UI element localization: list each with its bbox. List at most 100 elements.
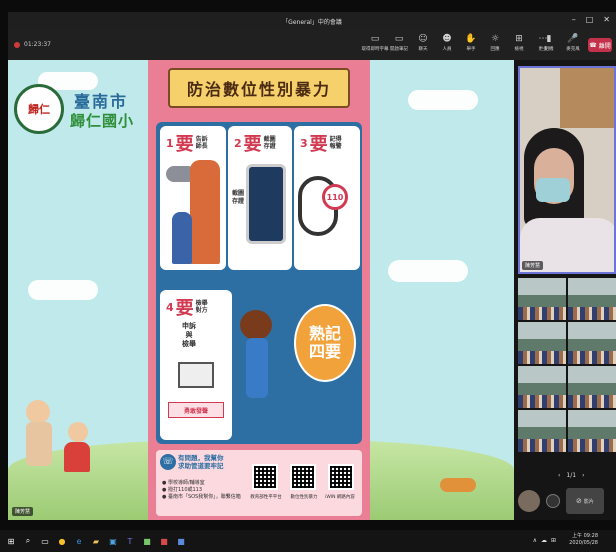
edge-icon[interactable]: e	[74, 536, 84, 546]
leave-button[interactable]: ☎ 離開	[588, 38, 612, 52]
participant-tile[interactable]	[518, 410, 566, 452]
participant-tile[interactable]	[568, 366, 616, 408]
view-button[interactable]: ⊞ 檢視	[508, 33, 530, 57]
city-name: 臺南市	[74, 92, 129, 111]
meeting-notes-button[interactable]: ▭ 開啟筆記	[388, 33, 410, 57]
cloud-icon[interactable]: ☁	[541, 537, 547, 544]
speaker-name-tag: 陳芳慧	[522, 261, 544, 270]
speak-up-label: 勇敢發聲	[168, 402, 224, 418]
people-icon: ☻	[442, 34, 452, 44]
recording-timer: 01:23:37	[14, 41, 51, 48]
next-page-button[interactable]: ›	[582, 472, 584, 479]
face-mask	[536, 178, 570, 202]
folder-icon[interactable]: ▰	[91, 536, 101, 546]
poster-title: 防治數位性別暴力	[168, 68, 350, 108]
toolbar-group-media: ▮ 相機 🎤 麥克風	[538, 33, 584, 57]
tip-card-3: 3 要記得 報警 110	[294, 126, 360, 270]
envelope-icon	[178, 362, 214, 388]
school-name: 歸仁國小	[70, 112, 135, 130]
child-illustration	[172, 212, 192, 264]
participant-tile[interactable]	[518, 322, 566, 364]
girl-illustration	[246, 338, 268, 398]
qr-code[interactable]	[252, 464, 278, 490]
task-view-icon[interactable]: ▭	[40, 536, 50, 546]
cloud	[408, 90, 478, 110]
toolbar-group-notes: ▭ 取得即時字幕 ▭ 開啟筆記	[362, 33, 410, 57]
camera-icon: ▮	[546, 34, 552, 44]
participant-thumbnails	[518, 278, 616, 452]
teams-icon[interactable]: T	[125, 536, 135, 546]
remember-bubble: 熟記 四要	[294, 304, 356, 382]
participant-tile[interactable]	[568, 410, 616, 452]
help-bullets: ● 學校導師/輔導室 ● 撥打110或113 ● 臺南市「SOS我幫你」，聯繫信…	[162, 480, 241, 500]
notes-icon: ▭	[394, 34, 404, 44]
people-button[interactable]: ☻ 人員	[436, 33, 458, 57]
participant-tile[interactable]	[568, 278, 616, 320]
participants-panel: 陳芳慧 ‹ 1/1 › ⊘ 影片	[514, 60, 616, 520]
emergency-number: 110	[322, 184, 348, 210]
app-icon[interactable]: ■	[142, 536, 152, 546]
network-icon[interactable]: ⊞	[551, 537, 556, 544]
tray-expand-icon[interactable]: ∧	[533, 537, 537, 544]
girl-illustration	[240, 310, 272, 340]
windows-taskbar: ⊞ ⌕ ▭ ● e ▰ ▣ T ■ ■ ■ ∧ ☁ ⊞ 上午 09:28 202…	[0, 530, 616, 552]
self-avatar[interactable]	[518, 490, 540, 512]
minimize-button[interactable]: –	[572, 15, 576, 24]
chat-button[interactable]: ☺ 聊天	[412, 33, 434, 57]
raise-hand-button[interactable]: ✋ 舉手	[460, 33, 482, 57]
participant-tile[interactable]	[568, 322, 616, 364]
participant-tile[interactable]	[518, 278, 566, 320]
child-illustration	[26, 422, 52, 466]
tip-card-4: 4 要檢舉 對方 申訴與檢舉 勇敢發聲	[160, 290, 232, 440]
taskbar-icons: ⊞ ⌕ ▭ ● e ▰ ▣ T ■ ■ ■	[6, 536, 186, 546]
dog-illustration	[440, 478, 476, 492]
gallery-pager: ‹ 1/1 ›	[558, 472, 584, 479]
hand-icon: ✋	[465, 34, 477, 44]
child-illustration	[68, 422, 88, 442]
self-view-bar: ⊘ 影片	[518, 486, 616, 516]
presenter-name-tag: 陳芳慧	[12, 507, 34, 516]
record-icon	[14, 41, 20, 48]
search-icon[interactable]: ⌕	[23, 536, 33, 546]
captions-icon: ▭	[370, 34, 380, 44]
maximize-button[interactable]: □	[586, 15, 594, 24]
qr-code[interactable]	[328, 464, 354, 490]
windows-start-icon[interactable]: ⊞	[6, 536, 16, 546]
app-icon[interactable]: ■	[176, 536, 186, 546]
school-logo: 歸仁 臺南市 歸仁國小	[14, 84, 154, 144]
smile-icon: ☼	[490, 34, 500, 44]
camera-button[interactable]: ▮ 相機	[538, 33, 560, 57]
poster: 防治數位性別暴力 1 要告訴 師長 2 要截圖 存證 截圖 存證 3 要記得 報警 110 4…	[148, 60, 370, 520]
reactions-button[interactable]: ☼ 回應	[484, 33, 506, 57]
close-button[interactable]: ✕	[603, 15, 610, 24]
phone-illustration	[246, 164, 286, 244]
child-illustration	[64, 442, 90, 472]
prev-page-button[interactable]: ‹	[558, 472, 560, 479]
page-indicator: 1/1	[566, 472, 577, 479]
more-options-button[interactable]	[546, 494, 560, 508]
video-off-tile[interactable]: ⊘ 影片	[566, 488, 604, 514]
chat-icon: ☺	[418, 34, 428, 44]
tip-card-2: 2 要截圖 存證 截圖 存證	[228, 126, 292, 270]
chrome-icon[interactable]: ●	[57, 536, 67, 546]
video-off-icon: ⊘	[576, 497, 582, 505]
store-icon[interactable]: ▣	[108, 536, 118, 546]
mic-icon: 🎤	[567, 34, 579, 44]
help-info-box: ☏ 有問題，我幫你 求助管道要牢記 ● 學校導師/輔導室 ● 撥打110或113…	[156, 450, 362, 516]
teacher-illustration	[190, 160, 220, 264]
qr-code[interactable]	[290, 464, 316, 490]
live-captions-button[interactable]: ▭ 取得即時字幕	[362, 33, 389, 57]
system-clock[interactable]: 上午 09:28 2020/05/28	[569, 533, 598, 547]
app-icon[interactable]: ■	[159, 536, 169, 546]
mic-button[interactable]: 🎤 麥克風	[562, 33, 584, 57]
cloud	[28, 280, 98, 300]
school-seal: 歸仁	[14, 84, 64, 134]
child-illustration	[26, 400, 50, 424]
system-tray: ∧ ☁ ⊞	[533, 537, 556, 544]
window-titlebar: 「General」中的會議 – □ ✕	[8, 12, 616, 30]
report-note: 申訴與檢舉	[182, 322, 196, 348]
timer-text: 01:23:37	[24, 41, 51, 48]
window-title: 「General」中的會議	[282, 19, 342, 26]
participant-tile[interactable]	[518, 366, 566, 408]
active-speaker-video[interactable]: 陳芳慧	[518, 66, 616, 274]
